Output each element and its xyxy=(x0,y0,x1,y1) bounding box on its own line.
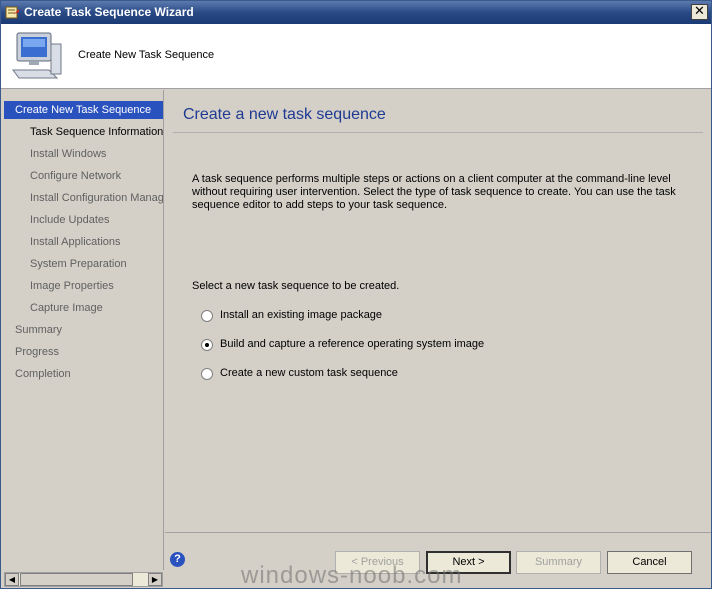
option-label[interactable]: Build and capture a reference operating … xyxy=(220,338,484,350)
watermark: windows-noob.com xyxy=(241,562,463,589)
wizard-app-icon xyxy=(5,6,19,19)
sidebar-horizontal-scrollbar[interactable]: ◀ ▶ xyxy=(4,572,163,587)
page-description: A task sequence performs multiple steps … xyxy=(192,173,676,211)
title-bar[interactable]: Create Task Sequence Wizard ✕ xyxy=(1,1,711,24)
wizard-steps-sidebar: Create New Task Sequence Task Sequence I… xyxy=(1,90,164,570)
step-completion: Completion xyxy=(15,368,71,380)
option-label[interactable]: Install an existing image package xyxy=(220,309,382,321)
title-divider xyxy=(173,132,703,133)
window-title: Create Task Sequence Wizard xyxy=(24,5,194,19)
wizard-content: Create a new task sequence A task sequen… xyxy=(165,90,711,532)
summary-button[interactable]: Summary xyxy=(516,551,601,574)
wizard-window: Create Task Sequence Wizard ✕ Create New… xyxy=(0,0,712,589)
step-install-windows: Install Windows xyxy=(30,148,107,160)
step-summary: Summary xyxy=(15,324,63,336)
scroll-thumb[interactable] xyxy=(20,573,133,586)
radio-button[interactable] xyxy=(201,368,213,380)
help-icon[interactable]: ? xyxy=(170,552,185,567)
cancel-button[interactable]: Cancel xyxy=(607,551,692,574)
step-create-new-task-sequence: Create New Task Sequence xyxy=(4,101,163,119)
close-button[interactable]: ✕ xyxy=(691,4,708,20)
step-task-sequence-information: Task Sequence Information xyxy=(30,126,164,138)
wizard-header: Create New Task Sequence xyxy=(1,24,711,89)
radio-button[interactable] xyxy=(201,310,213,322)
step-include-updates: Include Updates xyxy=(30,214,110,226)
step-system-preparation: System Preparation xyxy=(30,258,127,270)
scroll-right-arrow-icon[interactable]: ▶ xyxy=(148,573,162,586)
step-install-configuration-manager: Install Configuration Manag xyxy=(30,192,164,204)
step-install-applications: Install Applications xyxy=(30,236,121,248)
selection-prompt: Select a new task sequence to be created… xyxy=(192,280,400,292)
option-label[interactable]: Create a new custom task sequence xyxy=(220,367,398,379)
page-title: Create a new task sequence xyxy=(183,106,386,123)
header-title: Create New Task Sequence xyxy=(78,49,215,61)
step-image-properties: Image Properties xyxy=(30,280,114,292)
step-capture-image: Capture Image xyxy=(30,302,103,314)
step-configure-network: Configure Network xyxy=(30,170,122,182)
computer-icon xyxy=(12,32,62,79)
radio-button-selected[interactable] xyxy=(201,339,213,351)
scroll-left-arrow-icon[interactable]: ◀ xyxy=(5,573,19,586)
step-progress: Progress xyxy=(15,346,60,358)
